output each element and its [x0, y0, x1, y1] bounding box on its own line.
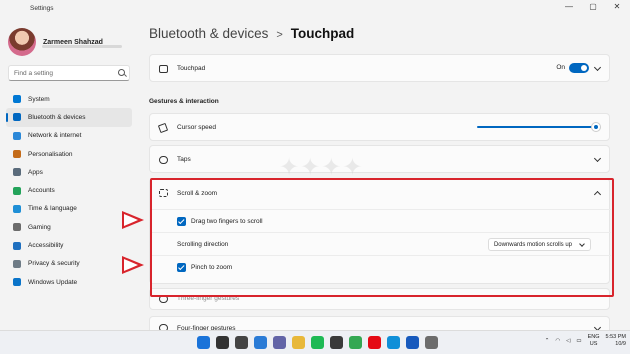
slider-thumb[interactable] [592, 123, 600, 131]
word-icon[interactable] [406, 336, 419, 349]
toggle-state-text: On [556, 64, 565, 71]
breadcrumb: Bluetooth & devices > Touchpad [149, 26, 354, 41]
touchpad-card[interactable]: Touchpad On [149, 54, 610, 82]
sidebar-item-network-internet[interactable]: Network & internet [6, 127, 132, 145]
sidebar-item-label: Apps [28, 168, 43, 176]
language-code: ENG [587, 334, 600, 340]
person-icon [13, 186, 21, 195]
sidebar-item-accounts[interactable]: Accounts [6, 181, 132, 199]
tray-overflow-icon[interactable]: ⌃ [545, 338, 550, 344]
sidebar-item-label: Time & language [28, 205, 77, 213]
netflix-icon[interactable] [368, 336, 381, 349]
sidebar-item-accessibility[interactable]: Accessibility [6, 236, 132, 254]
accessibility-icon [13, 241, 21, 250]
speaker-icon[interactable]: ◁ [566, 338, 570, 344]
wifi-icon[interactable]: ◠ [555, 338, 560, 344]
chevron-down-icon[interactable] [593, 154, 602, 163]
apps-icon [13, 168, 21, 177]
minimize-button[interactable]: — [562, 2, 576, 11]
chevron-right-icon: > [276, 29, 283, 41]
sidebar-item-label: Gaming [28, 223, 51, 231]
wifi-icon [13, 131, 21, 140]
settings-icon[interactable] [425, 336, 438, 349]
search-icon [118, 69, 125, 76]
system-tray: ⌃ ◠ ◁ ▭ ENG US 5:53 PM 10/9 [545, 334, 626, 348]
sidebar-item-label: Bluetooth & devices [28, 113, 86, 121]
battery-icon[interactable]: ▭ [576, 338, 581, 344]
chevron-down-icon[interactable] [593, 63, 602, 72]
sidebar-item-label: Accessibility [28, 242, 64, 250]
app-title: Settings [30, 5, 54, 12]
search-icon[interactable] [216, 336, 229, 349]
sidebar-item-windows-update[interactable]: Windows Update [6, 273, 132, 291]
sidebar-item-personalisation[interactable]: Personalisation [6, 145, 132, 163]
brush-icon [13, 150, 21, 159]
edge-icon[interactable] [387, 336, 400, 349]
section-heading: Gestures & interaction [149, 98, 219, 105]
sidebar-item-label: Network & internet [28, 132, 82, 140]
touchpad-label: Touchpad [177, 65, 206, 72]
sidebar-item-label: System [28, 95, 50, 103]
sidebar-item-label: Accounts [28, 187, 55, 195]
tap-hand-icon [159, 156, 168, 164]
sidebar-item-label: Windows Update [28, 278, 78, 286]
user-profile[interactable]: Zarmeen Shahzad [8, 28, 103, 56]
breadcrumb-parent[interactable]: Bluetooth & devices [149, 26, 268, 41]
taskbar: ⌃ ◠ ◁ ▭ ENG US 5:53 PM 10/9 [0, 330, 630, 354]
cursor-speed-card: Cursor speed [149, 113, 610, 141]
taps-label: Taps [177, 156, 191, 163]
update-icon [13, 278, 21, 287]
sidebar-nav: System Bluetooth & devices Network & inter… [6, 90, 132, 291]
store-icon[interactable] [330, 336, 343, 349]
search-placeholder: Find a setting [14, 70, 54, 77]
file-explorer-icon[interactable] [292, 336, 305, 349]
monitor-icon [13, 95, 21, 104]
globe-clock-icon [13, 204, 21, 213]
shield-icon [13, 259, 21, 268]
touchpad-toggle[interactable] [569, 63, 589, 73]
gamepad-icon [13, 223, 21, 232]
avatar [8, 28, 36, 56]
clock[interactable]: 5:53 PM 10/9 [606, 334, 626, 348]
arrow-pointer-icon [122, 256, 144, 274]
user-email-redacted [42, 45, 122, 48]
page-title: Touchpad [290, 26, 355, 41]
maximize-button[interactable]: ▢ [586, 2, 600, 11]
sidebar-item-label: Privacy & security [28, 260, 80, 268]
sidebar-item-bluetooth-devices[interactable]: Bluetooth & devices [6, 108, 132, 127]
bluetooth-icon [13, 113, 21, 122]
sidebar-item-label: Personalisation [28, 150, 73, 158]
highlight-box [150, 178, 614, 297]
title-bar: Settings — ▢ ✕ [0, 0, 630, 20]
spotify-icon[interactable] [311, 336, 324, 349]
arrow-pointer-icon [122, 211, 144, 229]
sidebar-item-privacy-security[interactable]: Privacy & security [6, 255, 132, 273]
task-view-icon[interactable] [235, 336, 248, 349]
language-indicator[interactable]: ENG US [588, 334, 600, 348]
clock-date: 10/9 [615, 341, 626, 347]
chat-icon[interactable] [273, 336, 286, 349]
region-code: US [589, 341, 598, 347]
watermark-logo: ✦✦✦✦ [279, 153, 364, 181]
windows-start-icon[interactable] [197, 336, 210, 349]
sidebar: Zarmeen Shahzad Find a setting System Blu… [0, 20, 140, 330]
sidebar-item-gaming[interactable]: Gaming [6, 218, 132, 236]
widgets-icon[interactable] [254, 336, 267, 349]
sidebar-item-apps[interactable]: Apps [6, 163, 132, 181]
sidebar-item-time-language[interactable]: Time & language [6, 200, 132, 218]
taps-card[interactable]: Taps [149, 145, 610, 173]
chrome-icon[interactable] [349, 336, 362, 349]
close-button[interactable]: ✕ [610, 2, 624, 11]
taskbar-apps [197, 336, 438, 349]
cursor-icon [157, 122, 169, 134]
search-input[interactable]: Find a setting [8, 65, 130, 81]
clock-time: 5:53 PM [605, 334, 626, 340]
touchpad-icon [159, 65, 168, 73]
sidebar-item-system[interactable]: System [6, 90, 132, 108]
cursor-speed-label: Cursor speed [177, 124, 217, 131]
window-controls: — ▢ ✕ [562, 2, 624, 11]
cursor-speed-slider[interactable] [477, 126, 597, 128]
